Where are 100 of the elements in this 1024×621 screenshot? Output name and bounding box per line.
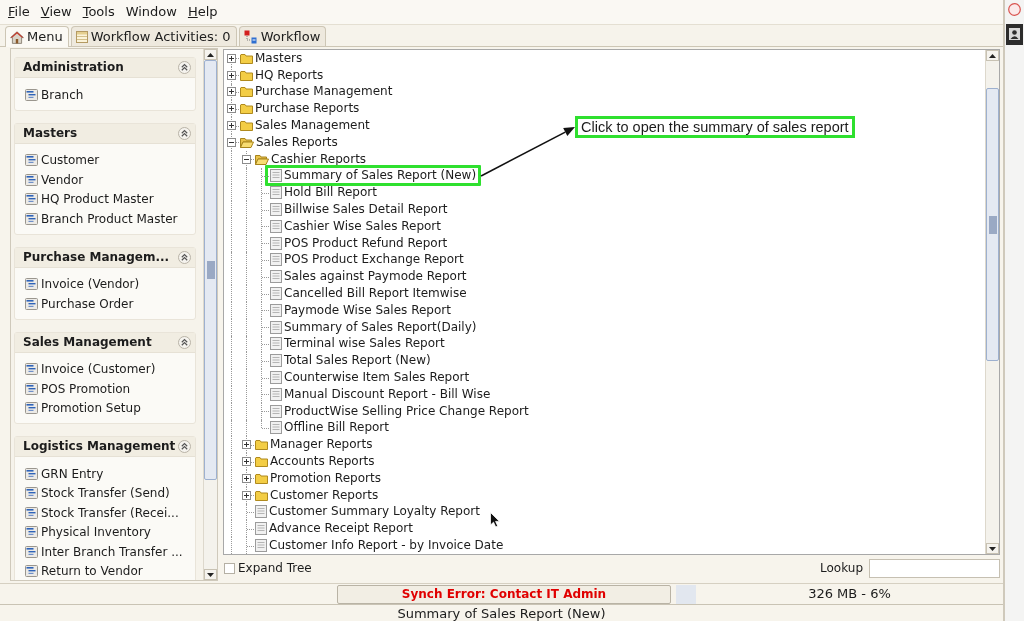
folder-icon <box>240 120 253 132</box>
folder-icon <box>255 456 268 467</box>
form-icon <box>25 297 38 310</box>
scroll-up-button[interactable] <box>986 50 999 61</box>
collapse-icon[interactable] <box>178 126 191 140</box>
tab[interactable]: Workflow <box>238 26 327 46</box>
form-icon <box>25 526 38 539</box>
tree-item[interactable]: POS Product Refund Report <box>270 235 448 251</box>
form-icon <box>25 467 38 480</box>
menu-link[interactable]: Purchase Order <box>25 294 195 314</box>
expand-icon[interactable] <box>242 490 251 500</box>
home-icon <box>10 30 24 44</box>
tree-item[interactable]: Customer Summary Loyalty Report <box>255 504 480 520</box>
scrollbar-thumb[interactable] <box>204 60 217 480</box>
menu-link[interactable]: Stock Transfer (Send) <box>25 483 195 503</box>
menu-item[interactable]: Tools <box>82 4 115 20</box>
checkbox-label[interactable]: Expand Tree <box>238 560 312 576</box>
expand-icon[interactable] <box>227 87 236 97</box>
collapse-icon[interactable] <box>178 250 191 264</box>
tree-item[interactable]: Summary of Sales Report (New) <box>265 165 482 187</box>
ring-icon <box>1008 3 1021 16</box>
tree-item[interactable]: Masters <box>240 50 303 66</box>
tree-item[interactable]: Purchase Reports <box>240 101 360 117</box>
menu-link[interactable]: Branch Product Master <box>25 209 195 229</box>
menu-link[interactable]: Return to Vendor <box>25 561 195 580</box>
lookup-field[interactable] <box>869 558 1000 578</box>
collapse-icon[interactable] <box>178 335 191 349</box>
collapse-icon[interactable] <box>227 137 236 147</box>
tree-item[interactable]: Total Sales Report (New) <box>270 353 431 369</box>
form-icon <box>25 212 38 225</box>
tab[interactable]: Menu <box>5 26 69 47</box>
scroll-down-button[interactable] <box>986 543 999 554</box>
tree-item[interactable]: Cancelled Bill Report Itemwise <box>270 286 467 302</box>
collapse-icon[interactable] <box>178 440 191 453</box>
folder-icon <box>255 439 268 451</box>
tree-item[interactable]: Cashier Reports <box>255 151 367 167</box>
tree-item[interactable]: Paymode Wise Sales Report <box>270 302 451 318</box>
tree-item[interactable]: Billwise Sales Detail Report <box>270 202 448 218</box>
tree-item[interactable]: Hold Bill Report <box>270 185 377 201</box>
tree-item[interactable]: Counterwise Item Sales Report <box>270 370 470 386</box>
tree-item[interactable]: POS Product Exchange Report <box>270 252 464 268</box>
folder-icon <box>240 52 253 64</box>
menu-link[interactable]: Branch <box>25 85 195 105</box>
checkbox[interactable] <box>224 562 235 574</box>
tree-item[interactable]: HQ Reports <box>240 67 324 83</box>
expand-icon[interactable] <box>227 70 236 80</box>
menu-link[interactable]: GRN Entry <box>25 464 195 484</box>
menu-link[interactable]: Vendor <box>25 170 195 190</box>
tree-item[interactable]: Advance Receipt Report <box>255 521 413 537</box>
expand-icon[interactable] <box>227 53 236 63</box>
tree-item[interactable]: Purchase Management <box>240 84 393 100</box>
folder-icon <box>240 86 253 98</box>
expand-icon[interactable] <box>242 457 251 466</box>
menu-link[interactable]: Invoice (Customer) <box>25 359 195 379</box>
tree-item[interactable]: Cashier Wise Sales Report <box>270 218 441 234</box>
menu-item[interactable]: File <box>8 4 30 20</box>
menu-link[interactable]: Inter Branch Transfer ... <box>25 542 195 562</box>
tree-item[interactable]: Offline Bill Report <box>270 420 389 436</box>
table-icon <box>75 30 88 43</box>
expand-icon[interactable] <box>242 440 251 450</box>
folder-icon <box>240 69 253 81</box>
menu-link[interactable]: Promotion Setup <box>25 398 195 418</box>
menu-link[interactable]: Invoice (Vendor) <box>25 274 195 294</box>
expand-icon[interactable] <box>242 473 251 483</box>
tree-item[interactable]: Summary of Sales Report(Daily) <box>270 319 477 335</box>
tree-item[interactable]: Terminal wise Sales Report <box>270 336 445 352</box>
menu-item[interactable]: Help <box>187 4 218 20</box>
tree-item[interactable]: Customer Info Report - by Invoice Date <box>255 538 504 553</box>
tree-item[interactable]: ProductWise Selling Price Change Report <box>270 403 529 419</box>
tree-item[interactable]: Sales Reports <box>240 134 338 150</box>
form-icon <box>25 487 38 500</box>
menu-item[interactable]: Window <box>125 4 177 20</box>
triangle-up-icon <box>989 53 996 58</box>
section-title: Administration <box>23 60 124 75</box>
scroll-up-button[interactable] <box>204 49 217 60</box>
scrollbar-thumb[interactable] <box>986 88 999 361</box>
form-icon <box>25 193 38 206</box>
tree-item[interactable]: Manager Reports <box>255 437 373 453</box>
menu-link[interactable]: HQ Product Master <box>25 189 195 209</box>
triangle-down-icon <box>207 572 214 577</box>
tree-item[interactable]: Sales Management <box>240 118 370 134</box>
expand-icon[interactable] <box>227 104 236 114</box>
menu-item[interactable]: View <box>40 4 72 20</box>
scroll-down-button[interactable] <box>204 569 217 580</box>
menu-link[interactable]: POS Promotion <box>25 379 195 399</box>
collapse-icon[interactable] <box>178 61 191 74</box>
collapse-icon[interactable] <box>242 154 251 164</box>
form-icon <box>25 363 38 376</box>
tab[interactable]: Workflow Activities: 0 <box>70 26 237 46</box>
tree-item[interactable]: Customer Reports <box>255 487 379 503</box>
tree-item[interactable]: Accounts Reports <box>255 454 375 469</box>
tree-item[interactable]: Sales against Paymode Report <box>270 269 467 285</box>
open-folder-icon <box>255 153 269 165</box>
menu-link[interactable]: Physical Inventory <box>25 522 195 542</box>
menu-link[interactable]: Customer <box>25 150 195 170</box>
tree-item[interactable]: Promotion Reports <box>255 470 381 486</box>
menu-link[interactable]: Stock Transfer (Recei... <box>25 503 195 523</box>
folder-icon <box>255 472 268 484</box>
expand-icon[interactable] <box>227 121 236 131</box>
tree-item[interactable]: Manual Discount Report - Bill Wise <box>270 386 491 402</box>
